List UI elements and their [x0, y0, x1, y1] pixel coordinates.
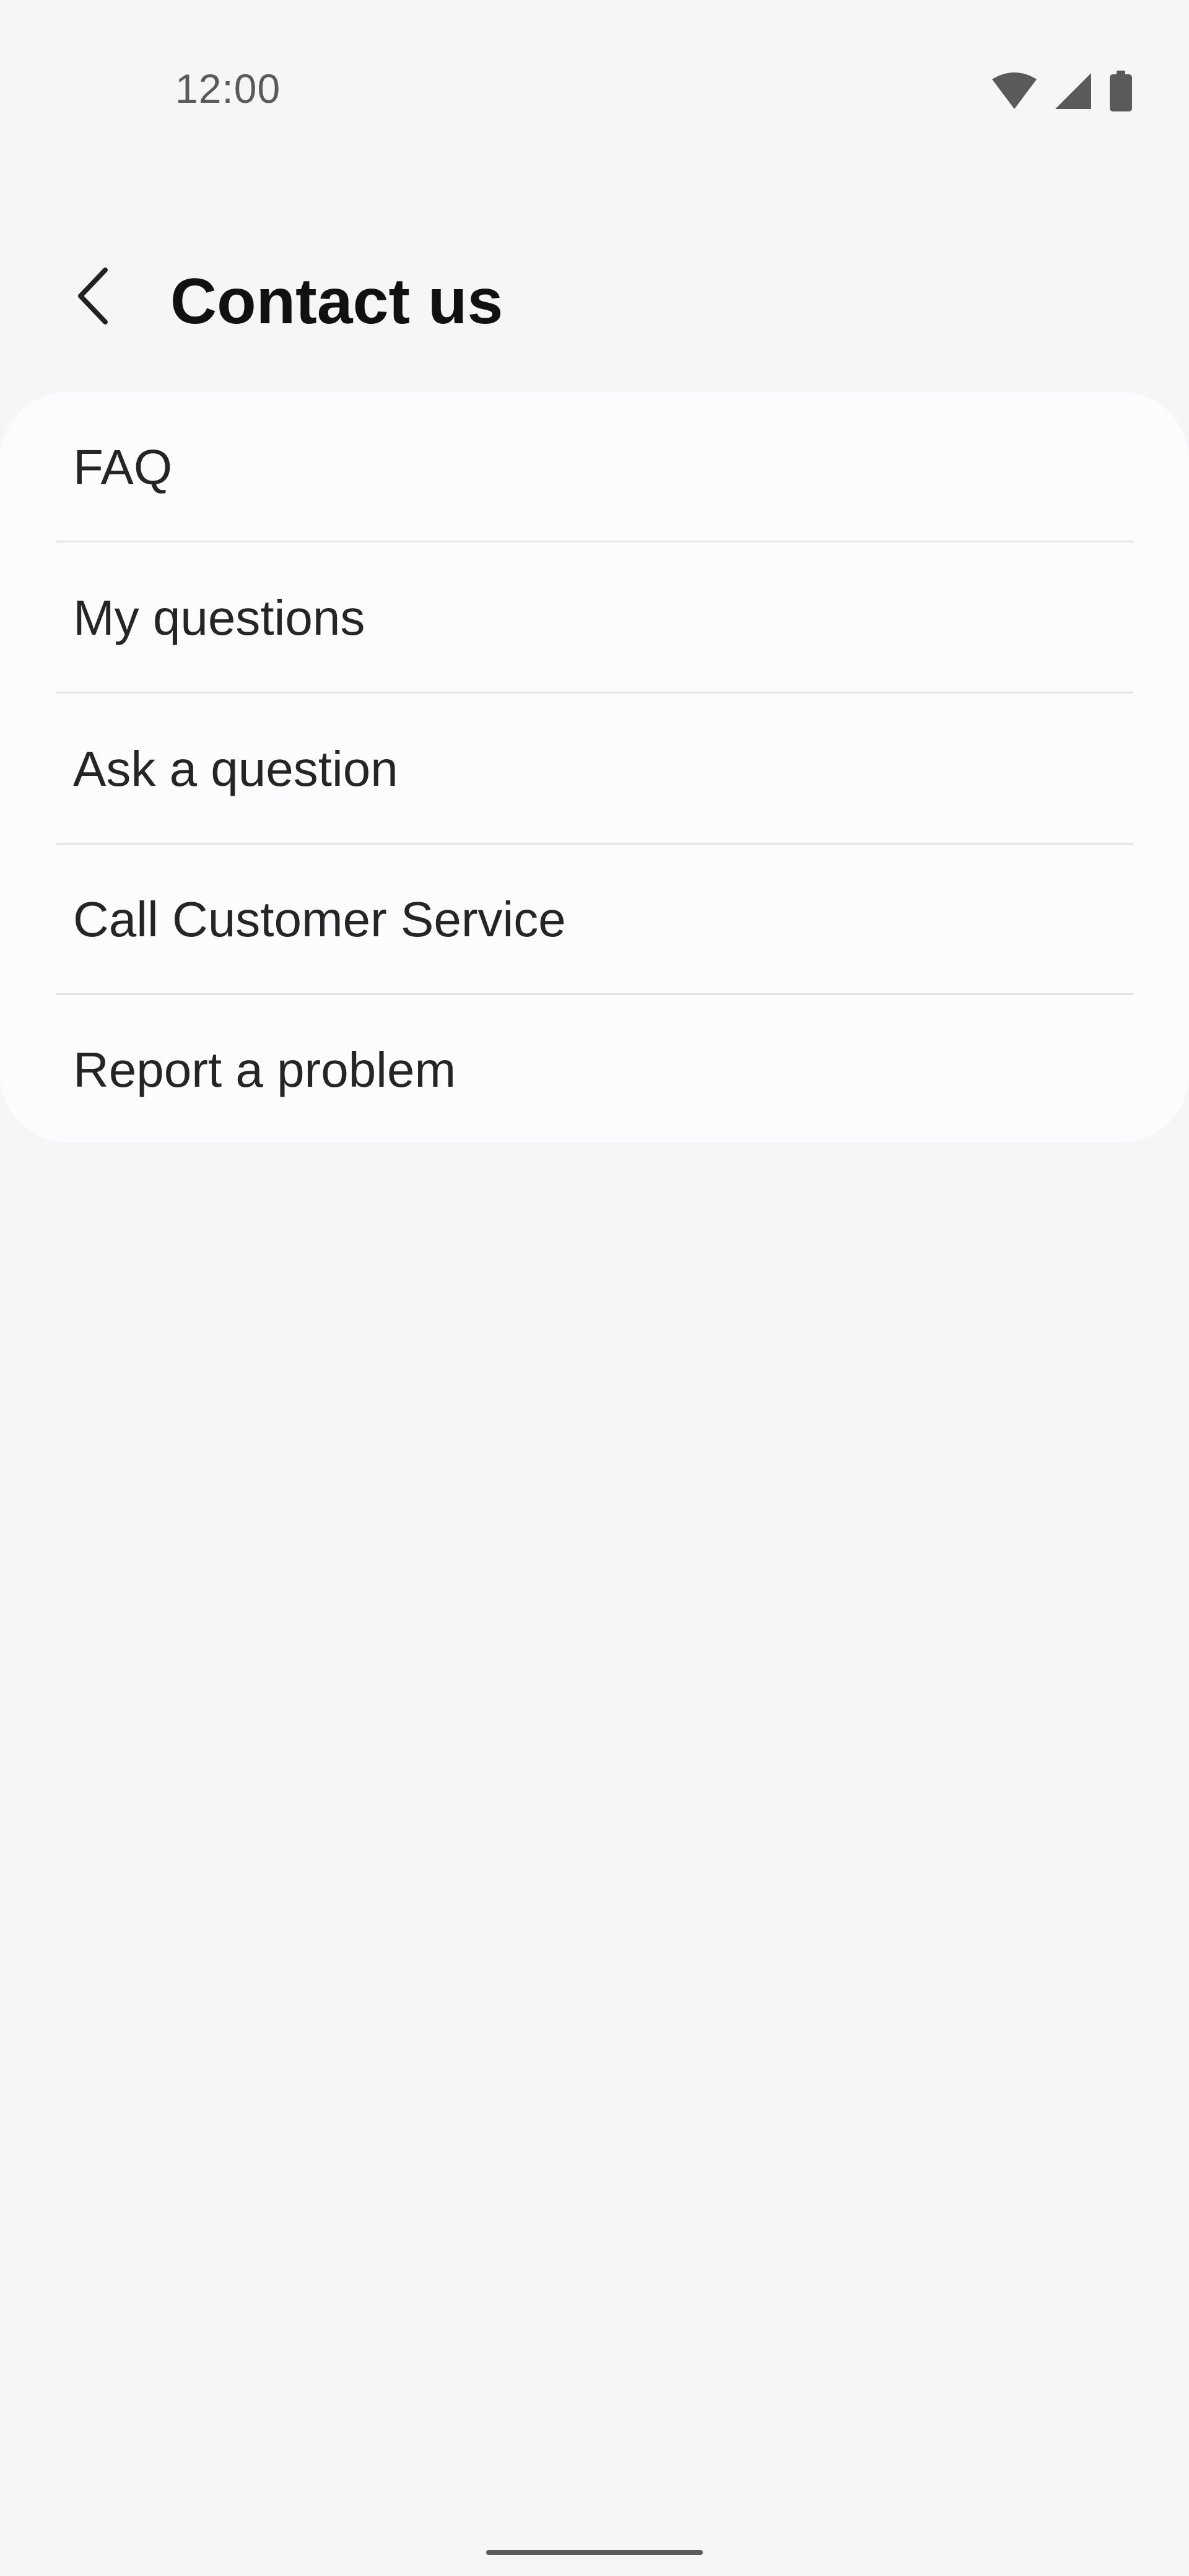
gesture-navigation-handle[interactable]: [486, 2550, 703, 2555]
menu-item-report-a-problem[interactable]: Report a problem: [0, 994, 1189, 1142]
menu-item-ask-a-question[interactable]: Ask a question: [0, 694, 1189, 844]
battery-icon: [1108, 71, 1133, 111]
menu-item-my-questions[interactable]: My questions: [0, 542, 1189, 693]
cellular-signal-icon: [1054, 72, 1092, 110]
menu-item-faq[interactable]: FAQ: [0, 392, 1189, 542]
page-title: Contact us: [170, 266, 503, 337]
menu-item-label: Call Customer Service: [73, 891, 566, 947]
menu-item-label: My questions: [73, 590, 365, 645]
app-bar: Contact us: [0, 235, 1189, 359]
back-button[interactable]: [56, 254, 130, 341]
wifi-icon: [991, 72, 1038, 110]
status-bar: 12:00: [0, 0, 1189, 186]
menu-item-call-customer-service[interactable]: Call Customer Service: [0, 844, 1189, 994]
menu-item-label: Report a problem: [73, 1042, 456, 1097]
contact-options-list: FAQ My questions Ask a question Call Cus…: [0, 392, 1189, 1142]
menu-item-label: Ask a question: [73, 741, 398, 796]
status-time: 12:00: [175, 66, 281, 111]
status-icons: [991, 69, 1133, 113]
chevron-left-icon: [74, 266, 111, 329]
menu-item-label: FAQ: [73, 439, 173, 495]
